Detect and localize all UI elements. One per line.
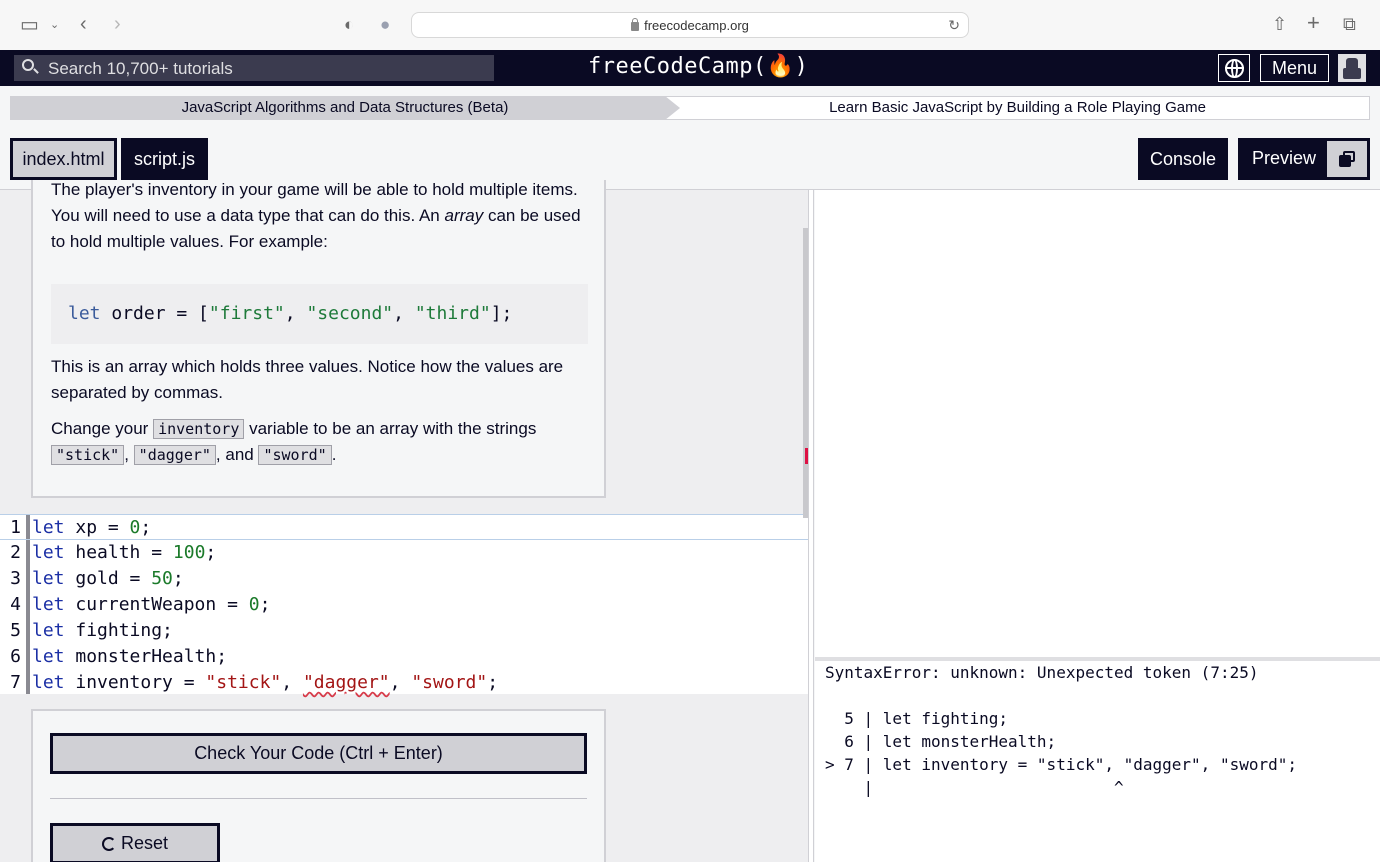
console-button[interactable]: Console xyxy=(1138,138,1228,180)
syntax-error-marker: "dagger" xyxy=(302,672,390,693)
example-code-block: let order = ["first", "second", "third"]… xyxy=(51,284,588,344)
inline-code: inventory xyxy=(153,419,245,439)
preview-label: Preview xyxy=(1252,148,1317,168)
forward-icon[interactable]: › xyxy=(114,14,121,34)
console-output: SyntaxError: unknown: Unexpected token (… xyxy=(815,661,1380,862)
breadcrumb: Learn Basic JavaScript by Building a Rol… xyxy=(10,96,1370,120)
code-line[interactable]: 2 let health = 100; xyxy=(0,540,808,566)
description-paragraph-1: The player's inventory in your game will… xyxy=(51,180,581,251)
search-icon xyxy=(22,59,34,71)
site-logo[interactable]: freeCodeCamp(🔥) xyxy=(588,54,808,79)
action-divider xyxy=(50,798,587,799)
description-paragraph-2: This is an array which holds three value… xyxy=(51,357,564,402)
description-paragraph-3: Change your inventory variable to be an … xyxy=(51,419,537,465)
code-line[interactable]: 7 let inventory = "stick", "dagger", "swo… xyxy=(0,670,808,696)
avatar[interactable] xyxy=(1338,54,1366,82)
inline-code: "dagger" xyxy=(133,445,216,465)
new-tab-icon[interactable]: + xyxy=(1307,12,1320,34)
address-bar[interactable]: freecodecamp.org ↻ xyxy=(411,12,969,38)
globe-icon xyxy=(1225,59,1244,78)
share-icon[interactable]: ⇧ xyxy=(1272,14,1287,34)
menu-button[interactable]: Menu xyxy=(1260,54,1329,82)
tab-script-js[interactable]: script.js xyxy=(121,138,208,180)
code-line[interactable]: 1 let xp = 0; xyxy=(0,514,808,540)
reset-button[interactable]: Reset xyxy=(50,823,220,862)
popout-icon xyxy=(1339,151,1355,167)
lock-icon xyxy=(631,18,640,31)
console-line: | ^ xyxy=(825,778,1124,797)
preview-button[interactable]: Preview xyxy=(1238,138,1370,180)
search-input[interactable]: Search 10,700+ tutorials xyxy=(14,55,494,81)
code-line[interactable]: 6 let monsterHealth; xyxy=(0,644,808,670)
console-line: 6 | let monsterHealth; xyxy=(825,732,1057,751)
code-line[interactable]: 3 let gold = 50; xyxy=(0,566,808,592)
browser-toolbar: ▭ ⌄ ‹ › ◐ ● freecodecamp.org ↻ ⇧ + ⧉ xyxy=(0,0,1380,50)
challenge-description: The player's inventory in your game will… xyxy=(31,180,606,498)
reload-icon[interactable]: ↻ xyxy=(948,17,960,34)
scrollbar-thumb[interactable] xyxy=(803,228,808,518)
console-line: 5 | let fighting; xyxy=(825,709,1009,728)
breadcrumb-superblock[interactable]: JavaScript Algorithms and Data Structure… xyxy=(10,96,680,120)
preview-frame[interactable] xyxy=(815,190,1380,657)
code-line[interactable]: 4 let currentWeapon = 0; xyxy=(0,592,808,618)
extension-icon[interactable]: ● xyxy=(380,15,390,35)
tab-index-html[interactable]: index.html xyxy=(10,138,117,180)
console-line: SyntaxError: unknown: Unexpected token (… xyxy=(825,663,1259,682)
back-icon[interactable]: ‹ xyxy=(80,14,87,34)
search-placeholder: Search 10,700+ tutorials xyxy=(48,59,233,78)
check-code-button[interactable]: Check Your Code (Ctrl + Enter) xyxy=(50,733,587,774)
error-scroll-marker xyxy=(805,448,808,464)
preview-popout-button[interactable] xyxy=(1327,141,1367,177)
url-text: freecodecamp.org xyxy=(644,18,749,33)
inline-code: "sword" xyxy=(258,445,332,465)
console-line: > 7 | let inventory = "stick", "dagger",… xyxy=(825,755,1298,774)
shield-icon[interactable]: ◐ xyxy=(344,15,354,35)
action-panel: Check Your Code (Ctrl + Enter) Reset xyxy=(31,709,606,862)
language-button[interactable] xyxy=(1218,54,1250,82)
pane-splitter[interactable] xyxy=(808,190,814,862)
chevron-down-icon[interactable]: ⌄ xyxy=(50,15,59,35)
reset-icon xyxy=(101,837,116,851)
inline-code: "stick" xyxy=(51,445,125,465)
breadcrumb-block[interactable]: Learn Basic JavaScript by Building a Rol… xyxy=(665,96,1370,120)
tab-overview-icon[interactable]: ⧉ xyxy=(1343,14,1356,34)
code-line[interactable]: 5 let fighting; xyxy=(0,618,808,644)
code-editor[interactable]: 1 let xp = 0; 2 let health = 100; 3 let gol… xyxy=(0,514,808,694)
sidebar-toggle-icon[interactable]: ▭ xyxy=(20,15,39,35)
